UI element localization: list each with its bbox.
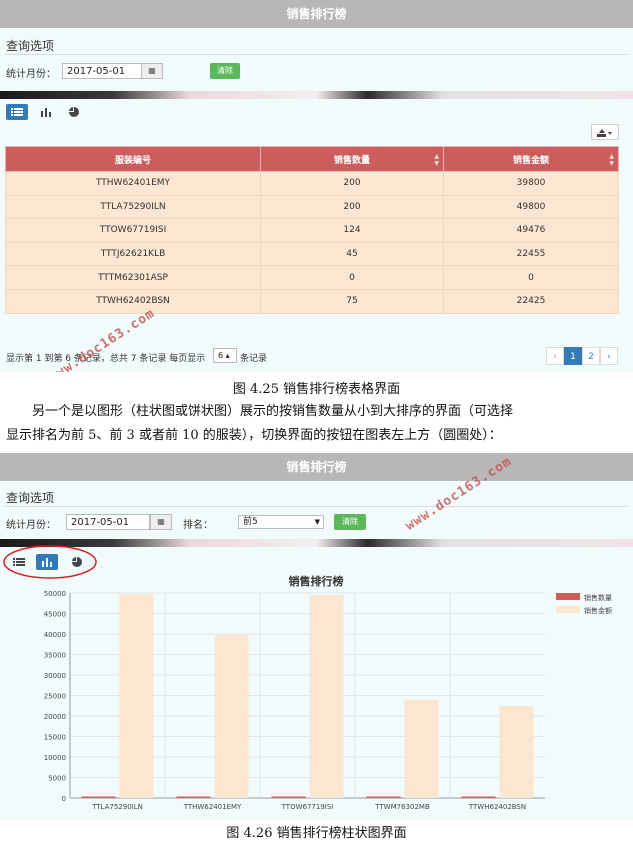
divider: [5, 54, 628, 55]
table-row: TTLA75290ILN 200 49800: [5, 194, 619, 220]
caret-down-icon: ▼: [314, 518, 320, 526]
screenshot-table-view: 销售排行榜 查询选项 统计月份： 2017-05-01 ▦ 清除 服装编号 销售…: [0, 0, 633, 372]
page-prev-button[interactable]: ‹: [546, 347, 564, 365]
bar: [404, 699, 439, 798]
y-tick-label: 30000: [44, 672, 66, 680]
page-next-button[interactable]: ›: [600, 347, 618, 365]
sort-icon: ▲ ▼: [609, 153, 614, 167]
table-row: TTWH62402BSN 75 22425: [5, 288, 619, 314]
bar-chart-icon: [41, 108, 51, 117]
bar-chart-view-button[interactable]: [35, 104, 57, 120]
page-title-bar: 销售排行榜: [0, 453, 633, 481]
caret-up-icon: ▴: [225, 351, 230, 360]
calendar-icon[interactable]: ▦: [141, 63, 163, 79]
bar: [461, 796, 496, 798]
figure-caption: 图 4.25 销售排行榜表格界面: [232, 382, 401, 397]
month-label: 统计月份：: [6, 69, 56, 80]
month-input[interactable]: 2017-05-01: [62, 63, 142, 79]
legend-label: 销售金额: [584, 606, 612, 615]
figure-caption: 图 4.26 销售排行榜柱状图界面: [226, 826, 407, 841]
x-tick-label: TTHW62401EMY: [183, 803, 242, 811]
table-row: TTTM62301ASP 0 0: [5, 265, 619, 290]
divider: [5, 506, 628, 507]
x-tick-label: TTLA75290ILN: [91, 803, 143, 811]
bar: [176, 796, 211, 798]
pie-chart-view-button[interactable]: [63, 104, 85, 120]
rank-label: 排名：: [183, 520, 213, 531]
export-button[interactable]: [591, 124, 619, 140]
bar: [499, 706, 534, 798]
x-tick-label: TTOW67719ISI: [281, 803, 334, 811]
month-input[interactable]: 2017-05-01: [66, 514, 150, 530]
month-label: 统计月份：: [6, 520, 56, 531]
sales-table: 服装编号 销售数量 ▲ ▼ 销售金额 ▲ ▼ TTHW62401EMY 200 39800 …: [5, 146, 619, 314]
list-view-button[interactable]: [6, 104, 28, 120]
page-title-bar: 销售排行榜: [0, 0, 633, 28]
column-header[interactable]: 销售数量 ▲ ▼: [260, 146, 444, 172]
clear-button[interactable]: 清除: [210, 63, 240, 79]
bar: [81, 796, 116, 798]
x-tick-label: TTWM76302MB: [374, 803, 430, 811]
legend-swatch: [556, 606, 580, 613]
y-tick-label: 10000: [44, 754, 66, 762]
query-options-heading: 查询选项: [6, 39, 55, 53]
table-row: TTHW62401EMY 200 39800: [5, 171, 619, 196]
y-tick-label: 25000: [44, 693, 66, 701]
body-text-line: 显示排名为前 5、前 3 或者前 10 的服装），切换界面的按钮在图表左上方（圆…: [6, 428, 502, 443]
y-tick-label: 20000: [44, 713, 66, 721]
y-tick-label: 45000: [44, 611, 66, 619]
decorative-banner-strip: [0, 91, 633, 99]
legend-swatch: [556, 593, 580, 600]
export-icon: [597, 129, 612, 137]
pie-chart-icon: [69, 107, 79, 117]
bar: [366, 796, 401, 798]
y-tick-label: 5000: [48, 775, 66, 783]
clear-button[interactable]: 清除: [334, 514, 366, 530]
table-row: TTTJ62621KLB 45 22455: [5, 241, 619, 267]
y-tick-label: 0: [62, 795, 66, 803]
body-text-line: 另一个是以图形（柱状图或饼状图）展示的按销售数量从小到大排序的界面（可选择: [32, 404, 514, 419]
bar: [271, 796, 306, 798]
list-icon: [11, 108, 23, 116]
sales-bar-chart: 销售排行榜 0 5000 10000 15000 20000 25000 30000 35000…: [44, 575, 612, 811]
page-2-button[interactable]: 2: [582, 347, 600, 365]
chart-title: 销售排行榜: [289, 575, 344, 588]
screenshot-chart-view: 销售排行榜 查询选项 统计月份： 2017-05-01 ▦ 排名： 前5 ▼ 清除…: [0, 453, 633, 820]
column-header[interactable]: 服装编号: [5, 146, 261, 172]
column-header[interactable]: 销售金额 ▲ ▼: [443, 146, 619, 172]
rank-select[interactable]: 前5 ▼: [238, 515, 324, 529]
page-size-select[interactable]: 6 ▴: [213, 348, 237, 363]
legend-label: 销售数量: [584, 593, 612, 602]
y-tick-label: 40000: [44, 631, 66, 639]
pagination-summary-suffix: 条记录: [240, 354, 268, 364]
query-options-heading: 查询选项: [6, 491, 55, 505]
table-row: TTOW67719ISI 124 49476: [5, 218, 619, 243]
pagination-summary: 显示第 1 到第 6 条记录，总共 7 条记录 每页显示: [6, 354, 206, 364]
y-tick-label: 35000: [44, 652, 66, 660]
page-1-button[interactable]: 1: [564, 347, 582, 365]
sort-icon: ▲ ▼: [434, 153, 439, 167]
bar: [214, 634, 249, 798]
x-tick-label: TTWH62402BSN: [468, 803, 526, 811]
bar: [309, 595, 344, 798]
calendar-icon[interactable]: ▦: [150, 514, 172, 530]
bar: [119, 593, 154, 798]
y-tick-label: 15000: [44, 734, 66, 742]
y-tick-label: 50000: [44, 590, 66, 598]
